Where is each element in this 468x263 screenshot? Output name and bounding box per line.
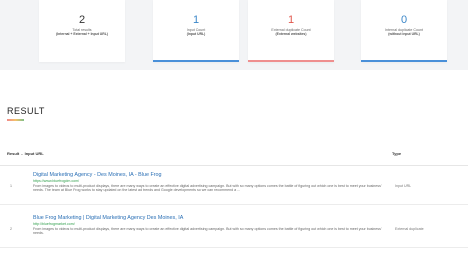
column-input-url-label: Input URL [24,151,44,156]
table-header-result[interactable]: Result⌄Input URL [7,151,44,156]
stat-input-count: 1 Input Count (Input URL) [153,0,239,62]
stat-value: 2 [78,14,86,26]
result-description: From images to videos to multi-product d… [33,183,382,193]
result-type: Input URL [395,184,412,188]
result-description: From images to videos to multi-product d… [33,226,382,236]
row-index: 2 [10,227,12,231]
result-title-link[interactable]: Blue Frog Marketing | Digital Marketing … [33,215,183,221]
stat-sublabel: (External websites) [275,32,307,37]
table-row: 1 Digital Marketing Agency - Des Moines,… [0,167,468,205]
stat-sublabel: (Internal + External + Input URL) [56,32,108,37]
stats-band: 2 Total results (Internal + External + I… [0,0,468,70]
stat-sublabel: (Input URL) [186,32,206,37]
stat-value: 0 [400,14,408,26]
table-row: 2 Blue Frog Marketing | Digital Marketin… [0,210,468,248]
stat-accent-bar [248,60,334,62]
result-url-link[interactable]: https://www.bluefrogdm.com/ [33,179,79,183]
stat-internal-duplicate-count: 0 Internal duplicate Count (without inpu… [361,0,447,62]
table-header: Result⌄Input URL Type [0,148,468,158]
column-result-label: Result [7,151,20,156]
result-title-link[interactable]: Digital Marketing Agency - Des Moines, I… [33,172,162,178]
result-type: External duplicate [395,227,424,231]
result-heading: RESULT [7,106,45,116]
stat-accent-bar [153,60,239,62]
stat-external-duplicate-count: 1 External duplicate Count (External web… [248,0,334,62]
table-header-type: Type [392,151,402,156]
result-panel: RESULT Result⌄Input URL Type 1 Digital M… [0,70,468,263]
stat-sublabel: (without input URL) [388,32,420,37]
result-url-link[interactable]: http://bluefrogmarket.com/ [33,222,75,226]
stat-total-results: 2 Total results (Internal + External + I… [39,0,125,62]
stat-value: 1 [192,14,200,26]
stat-value: 1 [287,14,295,26]
row-index: 1 [10,184,12,188]
divider [0,165,468,166]
chevron-down-icon[interactable]: ⌄ [20,151,23,156]
stat-accent-bar [361,60,447,62]
result-heading-underline [7,119,24,121]
